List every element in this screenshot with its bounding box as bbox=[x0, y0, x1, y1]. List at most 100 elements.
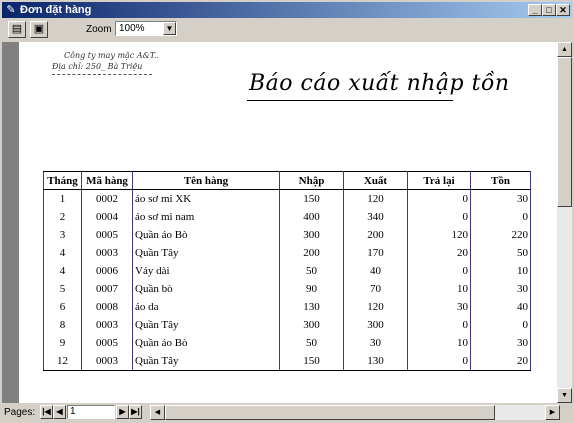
table-cell: 30 bbox=[470, 334, 531, 352]
last-page-icon[interactable]: ▶| bbox=[129, 405, 142, 419]
table-cell: áo sơ mi XK bbox=[132, 189, 280, 208]
table-cell: 8 bbox=[43, 316, 82, 334]
window-title: Đơn đặt hàng bbox=[20, 4, 92, 16]
column-header: Tên hàng bbox=[132, 171, 280, 190]
table-cell: 40 bbox=[470, 298, 531, 316]
company-name: Công ty may mặc A&T.. bbox=[64, 51, 159, 60]
scroll-down-icon[interactable]: ▼ bbox=[557, 388, 572, 403]
column-header: Xuất bbox=[343, 171, 408, 190]
table-cell: Quần Tây bbox=[132, 244, 280, 262]
scroll-thumb[interactable] bbox=[165, 405, 495, 420]
first-page-icon[interactable]: |◀ bbox=[40, 405, 53, 419]
table-cell: 130 bbox=[279, 298, 344, 316]
table-row: 5 0007 Quần bò 90 70 10 30 bbox=[43, 280, 531, 298]
table-row: 12 0003 Quần Tây 150 130 0 20 bbox=[43, 352, 531, 371]
table-row: 6 0008 áo da 130 120 30 40 bbox=[43, 298, 531, 316]
table-cell: 6 bbox=[43, 298, 82, 316]
table-cell: 70 bbox=[343, 280, 408, 298]
close-button[interactable]: ✕ bbox=[556, 4, 570, 16]
report-window: ✎ Đơn đặt hàng _ □ ✕ ▤ ▣ Zoom 100% ▼ Côn… bbox=[0, 0, 574, 423]
table-cell: 400 bbox=[279, 208, 344, 226]
table-cell: 9 bbox=[43, 334, 82, 352]
scroll-thumb[interactable] bbox=[557, 57, 572, 207]
table-cell: 20 bbox=[470, 352, 531, 371]
table-cell: 300 bbox=[343, 316, 408, 334]
report-icon[interactable]: ✎ bbox=[4, 3, 18, 17]
table-cell: 0 bbox=[407, 316, 471, 334]
table-cell: 20 bbox=[407, 244, 471, 262]
table-cell: 50 bbox=[279, 262, 344, 280]
table-row: 8 0003 Quần Tây 300 300 0 0 bbox=[43, 316, 531, 334]
zoom-label: Zoom bbox=[86, 24, 112, 35]
table-cell: 200 bbox=[343, 226, 408, 244]
table-cell: Quần áo Bò bbox=[132, 334, 280, 352]
table-cell: 40 bbox=[343, 262, 408, 280]
table-cell: 0 bbox=[470, 208, 531, 226]
zoom-select[interactable]: 100% ▼ bbox=[115, 21, 177, 36]
table-cell: 0002 bbox=[81, 189, 133, 208]
minimize-button[interactable]: _ bbox=[528, 4, 542, 16]
report-table: Tháng Mã hàng Tên hàng Nhập Xuất Trả lại… bbox=[43, 171, 531, 371]
table-cell: 340 bbox=[343, 208, 408, 226]
table-cell: 120 bbox=[407, 226, 471, 244]
table-cell: 50 bbox=[279, 334, 344, 352]
chevron-down-icon[interactable]: ▼ bbox=[163, 22, 176, 35]
table-cell: 30 bbox=[343, 334, 408, 352]
table-cell: 12 bbox=[43, 352, 82, 371]
table-cell: 0 bbox=[407, 352, 471, 371]
print-icon[interactable]: ▤ bbox=[8, 21, 26, 38]
table-row: 3 0005 Quần áo Bò 300 200 120 220 bbox=[43, 226, 531, 244]
table-cell: 0005 bbox=[81, 334, 133, 352]
table-cell: 10 bbox=[407, 280, 471, 298]
table-row: 4 0003 Quần Tây 200 170 20 50 bbox=[43, 244, 531, 262]
report-title: Báo cáo xuất nhập tồn bbox=[249, 71, 510, 96]
export-icon[interactable]: ▣ bbox=[30, 21, 48, 38]
table-cell: 10 bbox=[407, 334, 471, 352]
table-cell: 0 bbox=[407, 189, 471, 208]
table-cell: 50 bbox=[470, 244, 531, 262]
table-row: 9 0005 Quần áo Bò 50 30 10 30 bbox=[43, 334, 531, 352]
prev-page-icon[interactable]: ◀ bbox=[53, 405, 66, 419]
table-row: 1 0002 áo sơ mi XK 150 120 0 30 bbox=[43, 189, 531, 208]
table-cell: 120 bbox=[343, 189, 408, 208]
company-address: Địa chỉ: 250_ Bà Triệu bbox=[52, 62, 143, 71]
table-cell: 120 bbox=[343, 298, 408, 316]
table-cell: 0004 bbox=[81, 208, 133, 226]
report-page: Công ty may mặc A&T.. Địa chỉ: 250_ Bà T… bbox=[19, 42, 557, 403]
maximize-button[interactable]: □ bbox=[542, 4, 556, 16]
status-bar: Pages: |◀ ◀ 1 ▶ ▶| ◀ ▶ bbox=[2, 404, 572, 421]
title-underline bbox=[247, 100, 453, 101]
table-row: 2 0004 áo sơ mi nam 400 340 0 0 bbox=[43, 208, 531, 226]
title-bar[interactable]: ✎ Đơn đặt hàng _ □ ✕ bbox=[2, 2, 572, 18]
table-cell: áo sơ mi nam bbox=[132, 208, 280, 226]
table-cell: 0 bbox=[407, 208, 471, 226]
table-cell: 0005 bbox=[81, 226, 133, 244]
scroll-up-icon[interactable]: ▲ bbox=[557, 42, 572, 57]
table-cell: 150 bbox=[279, 352, 344, 371]
page-number-input[interactable]: 1 bbox=[67, 405, 115, 419]
table-cell: 0006 bbox=[81, 262, 133, 280]
table-cell: Quần áo Bò bbox=[132, 226, 280, 244]
table-header-row: Tháng Mã hàng Tên hàng Nhập Xuất Trả lại… bbox=[43, 171, 531, 190]
table-cell: 30 bbox=[470, 189, 531, 208]
next-page-icon[interactable]: ▶ bbox=[116, 405, 129, 419]
table-cell: 200 bbox=[279, 244, 344, 262]
scroll-left-icon[interactable]: ◀ bbox=[150, 405, 165, 420]
table-cell: 150 bbox=[279, 189, 344, 208]
scroll-right-icon[interactable]: ▶ bbox=[545, 405, 560, 420]
column-header: Mã hàng bbox=[81, 171, 133, 190]
table-cell: 90 bbox=[279, 280, 344, 298]
table-cell: 300 bbox=[279, 316, 344, 334]
table-cell: 10 bbox=[470, 262, 531, 280]
vertical-scrollbar[interactable]: ▲ ▼ bbox=[557, 42, 572, 403]
table-cell: 4 bbox=[43, 262, 82, 280]
pages-label: Pages: bbox=[4, 407, 36, 418]
zoom-value: 100% bbox=[119, 23, 145, 34]
table-cell: 0003 bbox=[81, 316, 133, 334]
table-cell: 4 bbox=[43, 244, 82, 262]
table-cell: 300 bbox=[279, 226, 344, 244]
table-cell: 30 bbox=[470, 280, 531, 298]
column-header: Trả lại bbox=[407, 171, 471, 190]
table-cell: 170 bbox=[343, 244, 408, 262]
horizontal-scrollbar[interactable]: ◀ ▶ bbox=[150, 405, 560, 420]
